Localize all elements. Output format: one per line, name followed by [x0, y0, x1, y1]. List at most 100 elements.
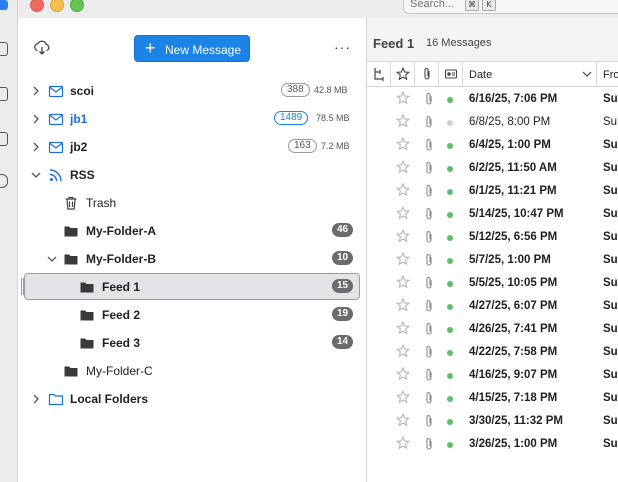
message-row[interactable]: 4/16/25, 9:07 PM Su — [367, 364, 618, 387]
read-status-dot[interactable] — [447, 212, 453, 218]
folder-row-my-folder-b[interactable]: My-Folder-B 10 — [19, 245, 366, 273]
message-row[interactable]: 4/15/25, 7:18 PM Su — [367, 387, 618, 410]
chevron-right-icon[interactable] — [30, 141, 42, 153]
folder-row-feed-3[interactable]: Feed 3 14 — [19, 329, 366, 357]
global-search-box[interactable]: ⌘ K — [403, 0, 618, 14]
read-status-column-header[interactable] — [439, 62, 463, 86]
search-input[interactable] — [410, 0, 462, 10]
sort-chevron-down-icon — [582, 71, 592, 77]
star-icon[interactable] — [396, 229, 410, 243]
read-status-dot[interactable] — [447, 166, 453, 172]
message-row[interactable]: 4/22/25, 7:58 PM Su — [367, 341, 618, 364]
space-address-book-button[interactable] — [0, 42, 8, 56]
star-icon[interactable] — [396, 137, 410, 151]
close-window-button[interactable] — [30, 0, 44, 12]
read-status-dot[interactable] — [447, 373, 453, 379]
message-row[interactable]: 3/26/25, 1:00 PM Su — [367, 433, 618, 456]
folder-row-scoi[interactable]: scoi 388 42.8 MB — [19, 77, 366, 105]
message-row[interactable]: 6/16/25, 7:06 PM Su — [367, 88, 618, 111]
read-status-dot[interactable] — [447, 235, 453, 241]
folder-row-my-folder-c[interactable]: My-Folder-C — [19, 357, 366, 385]
star-icon[interactable] — [396, 390, 410, 404]
message-from: Su — [603, 208, 618, 220]
message-row[interactable]: 6/2/25, 11:50 AM Su — [367, 157, 618, 180]
star-icon[interactable] — [396, 91, 410, 105]
space-tasks-button[interactable] — [0, 132, 8, 146]
folder-row-my-folder-a[interactable]: My-Folder-A 46 — [19, 217, 366, 245]
star-icon[interactable] — [396, 252, 410, 266]
folder-row-jb2[interactable]: jb2 163 7.2 MB — [19, 133, 366, 161]
folder-row-jb1[interactable]: jb1 1489 78.5 MB — [19, 105, 366, 133]
read-status-dot[interactable] — [447, 258, 453, 264]
folder-row-trash[interactable]: Trash — [19, 189, 366, 217]
star-column-header[interactable] — [391, 62, 415, 86]
thread-column-header[interactable] — [367, 62, 391, 86]
star-icon[interactable] — [396, 367, 410, 381]
star-icon[interactable] — [396, 344, 410, 358]
chevron-down-icon[interactable] — [46, 253, 58, 265]
read-status-dot[interactable] — [447, 442, 453, 448]
message-row[interactable]: 6/1/25, 11:21 PM Su — [367, 180, 618, 203]
message-row[interactable]: 5/12/25, 6:56 PM Su — [367, 226, 618, 249]
message-row[interactable]: 3/30/25, 11:32 PM Su — [367, 410, 618, 433]
star-icon[interactable] — [396, 206, 410, 220]
shortcut-command-key: ⌘ — [465, 0, 479, 11]
read-status-dot[interactable] — [447, 396, 453, 402]
message-from: Su — [603, 185, 618, 197]
attachment-column-header[interactable] — [415, 62, 439, 86]
zoom-window-button[interactable] — [70, 0, 84, 12]
paperclip-icon — [424, 68, 430, 80]
star-icon[interactable] — [396, 275, 410, 289]
folder-icon — [80, 338, 94, 349]
chevron-down-icon[interactable] — [30, 169, 42, 181]
message-from: Su — [603, 346, 618, 358]
message-row[interactable]: 6/8/25, 8:00 PM Su — [367, 111, 618, 134]
folder-icon — [64, 226, 78, 237]
star-icon[interactable] — [396, 298, 410, 312]
space-chat-button[interactable] — [0, 174, 8, 188]
folder-name: Local Folders — [70, 392, 149, 406]
unread-count-badge: 388 — [281, 83, 310, 97]
mail-account-icon — [48, 85, 64, 98]
message-row[interactable]: 4/26/25, 7:41 PM Su — [367, 318, 618, 341]
read-status-dot[interactable] — [447, 419, 453, 425]
date-column-header[interactable]: Date — [463, 62, 597, 86]
message-row[interactable]: 5/14/25, 10:47 PM Su — [367, 203, 618, 226]
space-calendar-button[interactable] — [0, 87, 8, 101]
read-status-dot[interactable] — [447, 350, 453, 356]
new-message-button[interactable]: + New Message — [134, 35, 250, 62]
message-row[interactable]: 5/5/25, 10:05 PM Su — [367, 272, 618, 295]
chevron-right-icon[interactable] — [30, 85, 42, 97]
space-mail-button[interactable] — [0, 0, 8, 10]
read-status-dot[interactable] — [447, 189, 453, 195]
star-icon[interactable] — [396, 114, 410, 128]
minimize-window-button[interactable] — [50, 0, 64, 12]
message-list-pane: Feed 1 16 Messages Date Fro 6/16/25, 7:0… — [367, 18, 618, 482]
star-icon[interactable] — [396, 321, 410, 335]
star-icon[interactable] — [396, 183, 410, 197]
star-icon[interactable] — [396, 160, 410, 174]
from-column-header[interactable]: Fro — [603, 69, 618, 81]
unread-count-badge: 46 — [332, 223, 354, 237]
message-row[interactable]: 4/27/25, 6:07 PM Su — [367, 295, 618, 318]
message-row[interactable]: 6/4/25, 1:00 PM Su — [367, 134, 618, 157]
message-row[interactable]: 5/7/25, 1:00 PM Su — [367, 249, 618, 272]
folder-pane-menu-button[interactable]: ··· — [334, 39, 351, 55]
get-messages-icon[interactable] — [33, 39, 51, 57]
read-status-dot[interactable] — [447, 327, 453, 333]
folder-row-local-folders[interactable]: Local Folders — [19, 385, 366, 413]
read-status-dot[interactable] — [447, 143, 453, 149]
read-status-dot[interactable] — [447, 304, 453, 310]
chevron-right-icon[interactable] — [30, 393, 42, 405]
chevron-right-icon[interactable] — [30, 113, 42, 125]
message-from: Su — [603, 254, 618, 266]
folder-row-feed-2[interactable]: Feed 2 19 — [19, 301, 366, 329]
read-status-dot[interactable] — [447, 281, 453, 287]
star-icon[interactable] — [396, 436, 410, 450]
folder-row-feed-1[interactable]: Feed 1 15 — [19, 273, 366, 301]
star-icon — [396, 67, 410, 81]
star-icon[interactable] — [396, 413, 410, 427]
read-status-dot[interactable] — [447, 120, 453, 126]
read-status-dot[interactable] — [447, 97, 453, 103]
folder-row-rss[interactable]: RSS — [19, 161, 366, 189]
